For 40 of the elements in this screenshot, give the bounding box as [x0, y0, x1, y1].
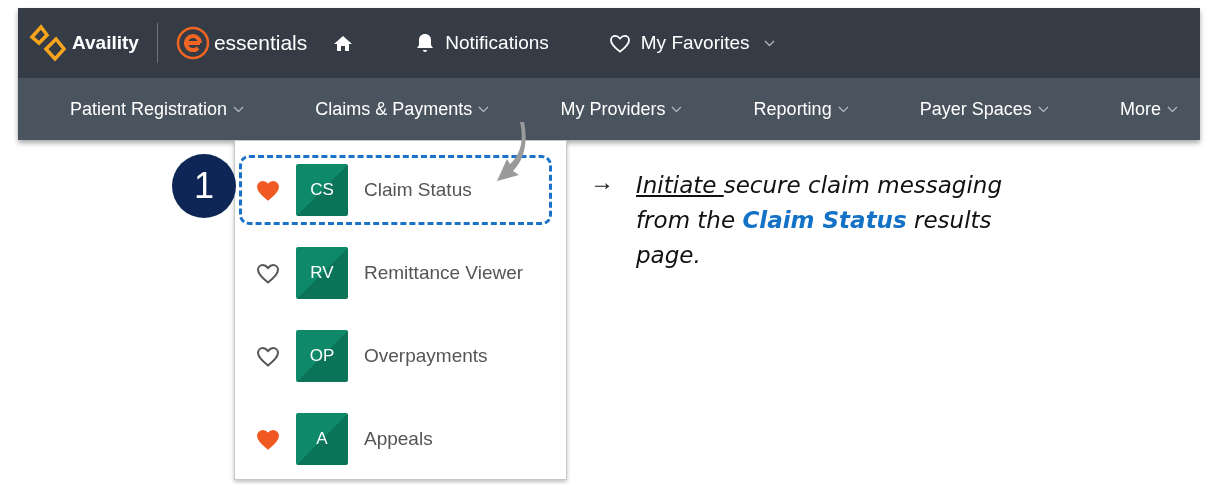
- heart-filled-icon[interactable]: [256, 428, 280, 450]
- nav-menu-item[interactable]: Reporting: [753, 98, 849, 120]
- logo-icon: [28, 23, 68, 63]
- app-badge: A: [296, 413, 348, 465]
- nav-menu-item[interactable]: Claims & Payments: [315, 98, 490, 120]
- chevron-down-icon: [478, 105, 490, 113]
- step-number: 1: [172, 154, 236, 218]
- heart-outline-icon[interactable]: [256, 262, 280, 284]
- chevron-down-icon: [671, 105, 683, 113]
- chevron-down-icon: [1167, 105, 1178, 113]
- heart-outline-icon[interactable]: [256, 345, 280, 367]
- nav-menu-item[interactable]: Payer Spaces: [919, 98, 1049, 120]
- nav-menu-item[interactable]: More: [1120, 98, 1178, 120]
- menu-item[interactable]: A Appeals: [239, 404, 552, 474]
- menu-label: Appeals: [364, 428, 433, 450]
- favorites-menu[interactable]: My Favorites: [640, 32, 750, 54]
- chevron-down-icon: [1037, 105, 1049, 113]
- app-badge: RV: [296, 247, 348, 299]
- menu-label: Overpayments: [364, 345, 488, 367]
- instruction-text: Initiate secure claim messaging from the Claim Status results page.: [636, 171, 1004, 270]
- logo-icon: [175, 26, 210, 60]
- notifications-link[interactable]: Notifications: [445, 32, 549, 54]
- chevron-down-icon: [837, 105, 849, 113]
- bell-icon[interactable]: [415, 33, 436, 53]
- nav-menu-item[interactable]: My Providers: [560, 98, 683, 120]
- product-name: essentials: [213, 31, 308, 55]
- menu-label: Remittance Viewer: [364, 262, 524, 284]
- menu-item[interactable]: CS Claim Status: [239, 155, 552, 225]
- app-badge: OP: [296, 330, 348, 382]
- brand-name: Availity: [72, 32, 139, 54]
- heart-filled-icon[interactable]: [256, 179, 280, 201]
- menu-item[interactable]: OP Overpayments: [239, 321, 552, 391]
- home-icon[interactable]: [333, 34, 354, 52]
- menu-label: Claim Status: [364, 179, 472, 201]
- arrow-glyph: →: [590, 168, 614, 197]
- app-badge: CS: [296, 164, 348, 216]
- chevron-down-icon: [233, 105, 245, 113]
- nav-menu-item[interactable]: Patient Registration: [70, 98, 245, 120]
- chevron-down-icon: [763, 39, 775, 47]
- menu-item[interactable]: RV Remittance Viewer: [239, 238, 552, 308]
